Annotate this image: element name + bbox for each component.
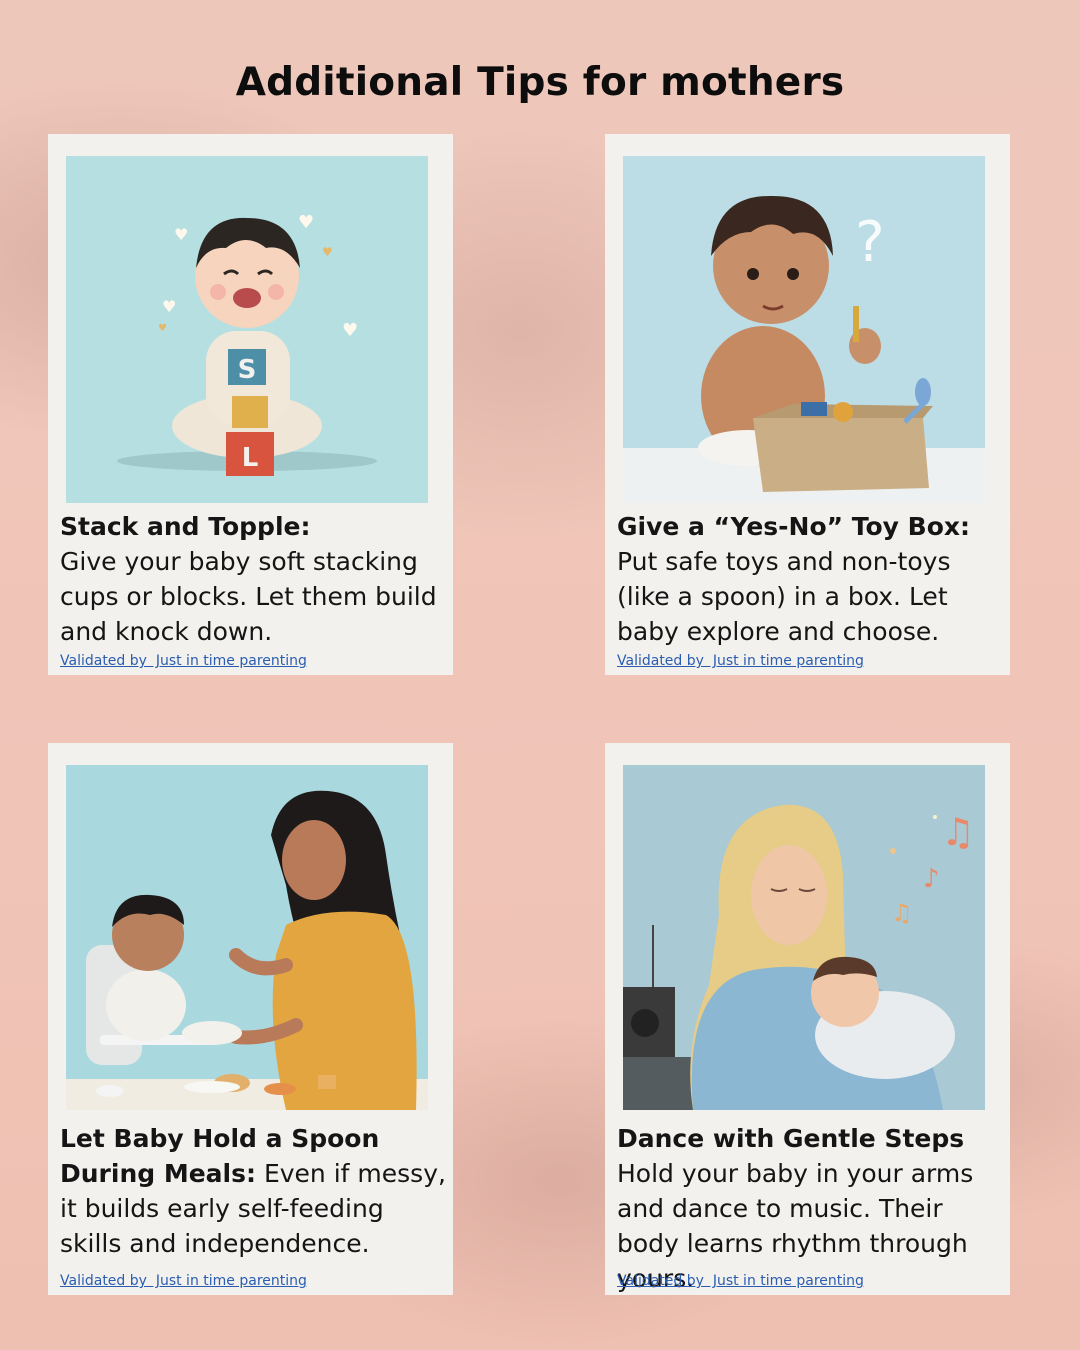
tip-card-hold-a-spoon: Let Baby Hold a Spoon During Meals: Even… [48, 743, 453, 1295]
block-letter-s: S [238, 355, 257, 385]
svg-text:♥: ♥ [162, 297, 176, 316]
validated-by-link[interactable]: Validated by Just in time parenting [617, 653, 864, 669]
baby-stacking-blocks-illustration: S L ♥ ♥ ♥ ♥ ♥ ♥ [66, 156, 428, 503]
tip-title: Dance with Gentle Steps [617, 1124, 965, 1153]
baby-with-toy-box-illustration: ? [623, 156, 985, 503]
mother-dancing-with-baby-illustration: ♫ ♪ ♫ [623, 765, 985, 1110]
tip-body: Give your baby soft stacking cups or blo… [60, 547, 437, 646]
page-title: Additional Tips for mothers [235, 60, 845, 105]
tip-text: Dance with Gentle Steps Hold your baby i… [617, 1121, 1005, 1296]
svg-text:♪: ♪ [923, 864, 940, 894]
svg-text:♫: ♫ [941, 810, 975, 854]
svg-text:♥: ♥ [322, 245, 333, 259]
validated-by-link[interactable]: Validated by Just in time parenting [60, 1273, 307, 1289]
tip-card-dance-with-gentle-steps: ♫ ♪ ♫ Dance with Gentle Steps Hold your … [605, 743, 1010, 1295]
tip-body: Put safe toys and non-toys (like a spoon… [617, 547, 951, 646]
tip-card-yes-no-toy-box: ? Give a “Yes-No” Toy Box: Put safe toys… [605, 134, 1010, 675]
svg-text:♥: ♥ [298, 212, 314, 233]
tip-card-stack-and-topple: S L ♥ ♥ ♥ ♥ ♥ ♥ Stack and Topple: Give y… [48, 134, 453, 675]
svg-text:?: ? [855, 210, 885, 275]
validated-by-link[interactable]: Validated by Just in time parenting [617, 1273, 864, 1289]
tip-title: Stack and Topple: [60, 512, 311, 541]
tip-text: Let Baby Hold a Spoon During Meals: Even… [60, 1121, 448, 1261]
svg-text:♫: ♫ [891, 899, 913, 927]
validated-by-link[interactable]: Validated by Just in time parenting [60, 653, 307, 669]
tip-text: Stack and Topple: Give your baby soft st… [60, 509, 448, 649]
tip-title: Give a “Yes-No” Toy Box: [617, 512, 971, 541]
svg-text:♥: ♥ [158, 323, 167, 334]
svg-text:♥: ♥ [174, 225, 188, 244]
mother-feeding-baby-illustration [66, 765, 428, 1110]
tip-text: Give a “Yes-No” Toy Box: Put safe toys a… [617, 509, 1005, 649]
svg-text:♥: ♥ [342, 320, 358, 341]
block-letter-l: L [242, 443, 259, 473]
